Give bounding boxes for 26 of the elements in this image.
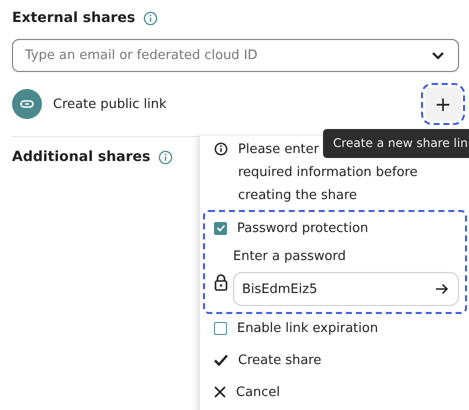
lock-icon (214, 274, 228, 291)
info-icon[interactable] (158, 150, 174, 164)
checkbox-label[interactable]: Password protection (237, 216, 368, 240)
link-label[interactable]: Create public link (53, 96, 425, 112)
menu-item[interactable]: Cancel (236, 380, 280, 404)
section-title: Additional shares (12, 149, 150, 165)
info-text: creating the share (238, 187, 358, 205)
password-field[interactable]: BisEdmEiz5 (233, 272, 459, 306)
tooltip: Create a new share lin (323, 129, 469, 158)
close-icon (214, 386, 226, 398)
add-button[interactable]: + (425, 87, 461, 121)
section-title: External shares (12, 10, 136, 26)
info-icon[interactable] (143, 10, 158, 26)
checkmark-icon (214, 354, 228, 366)
link-icon (12, 89, 42, 119)
checkbox[interactable] (214, 322, 227, 334)
info-icon (214, 142, 228, 156)
search-field[interactable]: Type an email or federated cloud ID (12, 39, 459, 72)
checkbox-label[interactable]: Enable link expiration (237, 316, 378, 340)
arrow-right-icon[interactable] (435, 283, 449, 295)
checkbox[interactable] (214, 222, 227, 234)
chevron-down-icon (431, 51, 445, 60)
info-text: required information before (238, 164, 418, 182)
info-text: Please enter (238, 141, 319, 159)
menu-item[interactable]: Create share (238, 348, 322, 372)
field-label: Enter a password (233, 248, 347, 266)
